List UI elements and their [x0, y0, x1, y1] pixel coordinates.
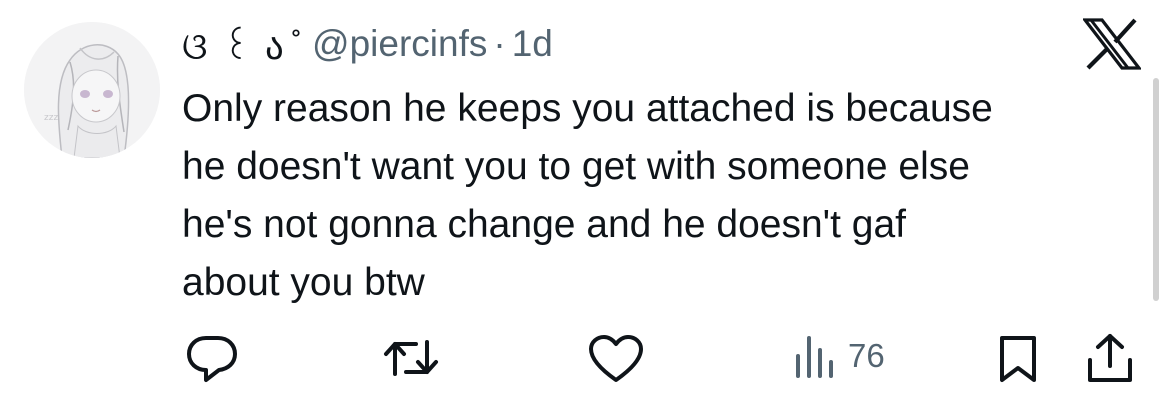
retweet-icon	[382, 334, 440, 382]
views-bar-chart-icon	[794, 332, 836, 380]
retweet-button[interactable]	[382, 334, 440, 382]
display-name[interactable]: ଓ ꒰ ა ̊	[182, 20, 298, 69]
views-count: 76	[848, 337, 885, 374]
bookmark-icon	[998, 334, 1038, 384]
svg-text:zzz: zzz	[44, 113, 58, 123]
x-logo-icon[interactable]	[1081, 18, 1143, 70]
tweet-header: ଓ ꒰ ა ̊ @piercinfs · 1d	[182, 16, 553, 72]
scrollbar[interactable]	[1153, 78, 1159, 301]
separator-dot: ·	[493, 23, 506, 64]
avatar[interactable]: zzz	[24, 22, 160, 158]
like-button[interactable]	[588, 334, 644, 384]
reply-button[interactable]	[186, 334, 238, 384]
heart-icon	[588, 334, 644, 384]
share-button[interactable]	[1086, 332, 1134, 384]
action-bar: 76	[0, 320, 1170, 396]
timestamp[interactable]: 1d	[512, 23, 553, 65]
views-button[interactable]: 76	[794, 332, 885, 380]
reply-icon	[186, 334, 238, 384]
bookmark-button[interactable]	[998, 334, 1038, 384]
share-icon	[1086, 332, 1134, 384]
user-handle[interactable]: @piercinfs	[312, 23, 487, 65]
tweet-text: Only reason he keeps you attached is bec…	[182, 87, 993, 304]
